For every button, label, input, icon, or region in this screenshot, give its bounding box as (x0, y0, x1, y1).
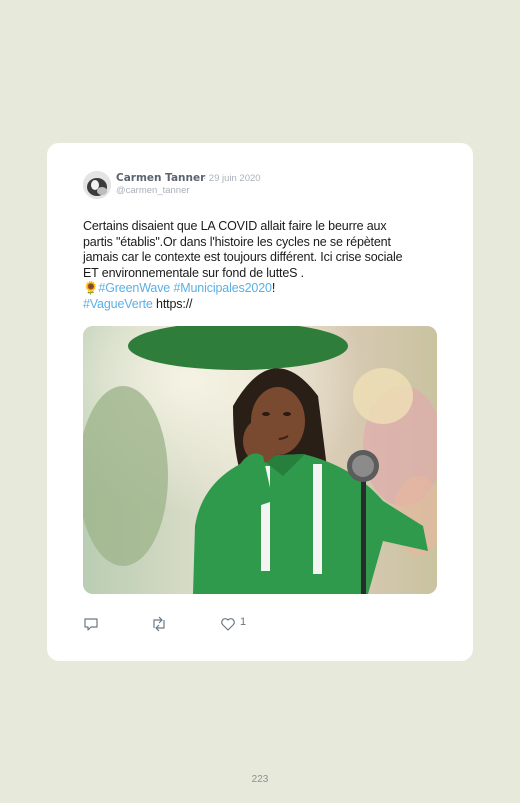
hashtag-line: #VagueVerte https:// (83, 297, 437, 313)
tweet-text: Certains disaient que LA COVID allait fa… (83, 219, 437, 313)
hashtag-line: 🌻#GreenWave #Municipales2020! (83, 281, 437, 297)
exclamation: ! (271, 281, 276, 296)
author-handle[interactable]: @carmen_tanner (116, 185, 190, 196)
tweet-link[interactable]: https:// (153, 297, 192, 311)
tweet-line: ET environnementale sur fond de lutteS . (83, 265, 304, 280)
tweet-card: Carmen Tanner · 29 juin 2020 @carmen_tan… (47, 143, 473, 661)
tweet-line: Certains disaient que LA COVID allait fa… (83, 219, 387, 233)
heart-icon[interactable] (220, 616, 236, 632)
tweet-actions: 1 (83, 616, 283, 632)
retweet-icon[interactable] (150, 616, 168, 632)
tweet-media[interactable] (83, 326, 437, 594)
reply-icon[interactable] (83, 616, 99, 632)
like-count: 1 (240, 616, 247, 628)
tweet-date[interactable]: · 29 juin 2020 (203, 173, 261, 184)
author-name[interactable]: Carmen Tanner (116, 172, 205, 184)
avatar[interactable] (83, 171, 111, 199)
page-number: 223 (251, 774, 269, 785)
media-illustration (83, 326, 437, 594)
hashtag-vagueverte[interactable]: #VagueVerte (83, 297, 153, 311)
sunflower-emoji: 🌻 (83, 281, 99, 296)
tweet-line: jamais car le contexte est toujours diff… (83, 250, 403, 265)
hashtag-municipales2020[interactable]: #Municipales2020 (173, 281, 272, 295)
hashtag-greenwave[interactable]: #GreenWave (98, 281, 170, 295)
tweet-line: partis "établis".Or dans l'histoire les … (83, 234, 391, 249)
